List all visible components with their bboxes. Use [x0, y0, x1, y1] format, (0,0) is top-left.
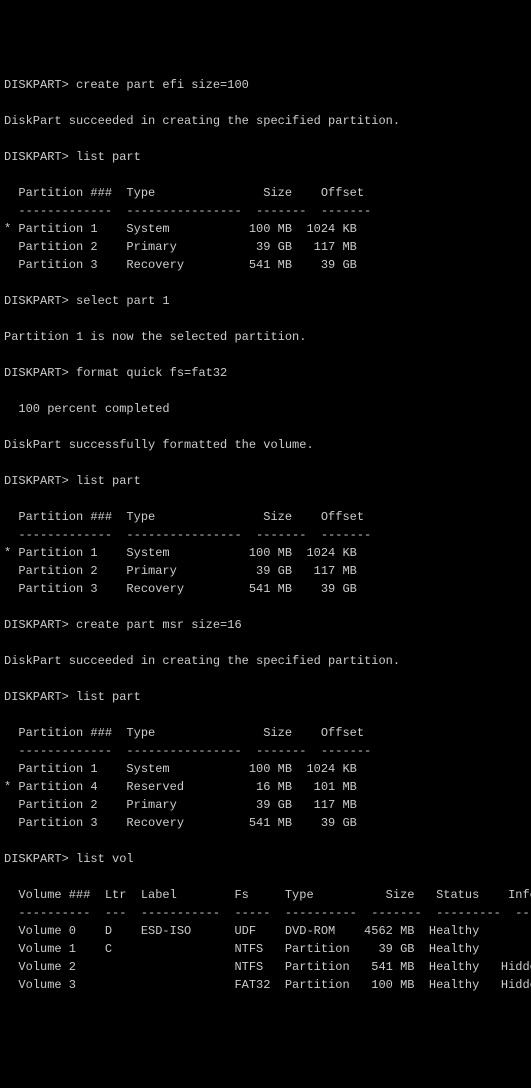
partition-row: * Partition 1 System 100 MB 1024 KB: [4, 220, 527, 238]
command-line: DISKPART> list part: [4, 472, 527, 490]
blank-line: [4, 634, 527, 652]
blank-line: [4, 706, 527, 724]
partition-table-header: Partition ### Type Size Offset: [4, 508, 527, 526]
command-line: DISKPART> list part: [4, 148, 527, 166]
prompt: DISKPART>: [4, 618, 76, 632]
partition-row: * Partition 1 System 100 MB 1024 KB: [4, 544, 527, 562]
command-line: DISKPART> create part msr size=16: [4, 616, 527, 634]
blank-line: [4, 670, 527, 688]
partition-row: Partition 3 Recovery 541 MB 39 GB: [4, 814, 527, 832]
blank-line: [4, 274, 527, 292]
blank-line: [4, 868, 527, 886]
command-text: create part efi size=100: [76, 78, 249, 92]
blank-line: [4, 418, 527, 436]
volume-row: Volume 2 NTFS Partition 541 MB Healthy H…: [4, 958, 527, 976]
blank-line: [4, 130, 527, 148]
command-line: DISKPART> format quick fs=fat32: [4, 364, 527, 382]
partition-table-divider: ------------- ---------------- ------- -…: [4, 526, 527, 544]
command-line: DISKPART> select part 1: [4, 292, 527, 310]
output-line: DiskPart succeeded in creating the speci…: [4, 112, 527, 130]
partition-row: Partition 2 Primary 39 GB 117 MB: [4, 796, 527, 814]
blank-line: [4, 490, 527, 508]
partition-row: Partition 2 Primary 39 GB 117 MB: [4, 238, 527, 256]
blank-line: [4, 94, 527, 112]
command-text: list vol: [76, 852, 134, 866]
output-line: DiskPart successfully formatted the volu…: [4, 436, 527, 454]
blank-line: [4, 832, 527, 850]
command-text: list part: [76, 474, 141, 488]
blank-line: [4, 598, 527, 616]
prompt: DISKPART>: [4, 474, 76, 488]
partition-row: Partition 1 System 100 MB 1024 KB: [4, 760, 527, 778]
blank-line: [4, 166, 527, 184]
partition-table-divider: ------------- ---------------- ------- -…: [4, 742, 527, 760]
partition-table-header: Partition ### Type Size Offset: [4, 184, 527, 202]
command-line: DISKPART> create part efi size=100: [4, 76, 527, 94]
volume-row: Volume 1 C NTFS Partition 39 GB Healthy: [4, 940, 527, 958]
partition-row: Partition 3 Recovery 541 MB 39 GB: [4, 256, 527, 274]
prompt: DISKPART>: [4, 78, 76, 92]
prompt: DISKPART>: [4, 294, 76, 308]
command-line: DISKPART> list vol: [4, 850, 527, 868]
partition-row: * Partition 4 Reserved 16 MB 101 MB: [4, 778, 527, 796]
partition-row: Partition 2 Primary 39 GB 117 MB: [4, 562, 527, 580]
blank-line: [4, 454, 527, 472]
prompt: DISKPART>: [4, 150, 76, 164]
volume-row: Volume 3 FAT32 Partition 100 MB Healthy …: [4, 976, 527, 994]
command-text: create part msr size=16: [76, 618, 242, 632]
volume-row: Volume 0 D ESD-ISO UDF DVD-ROM 4562 MB H…: [4, 922, 527, 940]
volume-table-header: Volume ### Ltr Label Fs Type Size Status…: [4, 886, 527, 904]
output-line: DiskPart succeeded in creating the speci…: [4, 652, 527, 670]
command-text: format quick fs=fat32: [76, 366, 227, 380]
partition-row: Partition 3 Recovery 541 MB 39 GB: [4, 580, 527, 598]
command-text: select part 1: [76, 294, 170, 308]
command-text: list part: [76, 150, 141, 164]
output-line: Partition 1 is now the selected partitio…: [4, 328, 527, 346]
command-line: DISKPART> list part: [4, 688, 527, 706]
volume-table-divider: ---------- --- ----------- ----- -------…: [4, 904, 527, 922]
command-text: list part: [76, 690, 141, 704]
terminal-output[interactable]: DISKPART> create part efi size=100 DiskP…: [4, 76, 527, 994]
blank-line: [4, 346, 527, 364]
output-line: 100 percent completed: [4, 400, 527, 418]
prompt: DISKPART>: [4, 690, 76, 704]
partition-table-header: Partition ### Type Size Offset: [4, 724, 527, 742]
prompt: DISKPART>: [4, 852, 76, 866]
prompt: DISKPART>: [4, 366, 76, 380]
blank-line: [4, 310, 527, 328]
blank-line: [4, 382, 527, 400]
partition-table-divider: ------------- ---------------- ------- -…: [4, 202, 527, 220]
